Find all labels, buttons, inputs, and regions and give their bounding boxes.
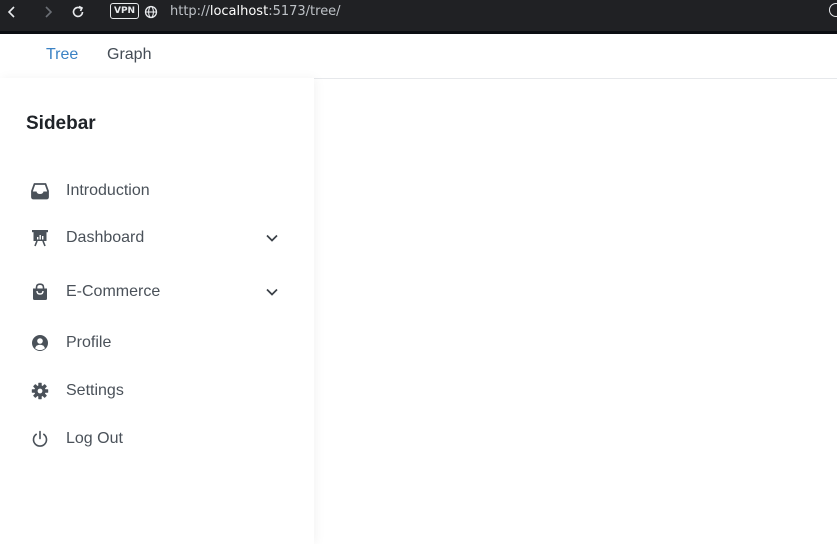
- sidebar: Sidebar Introduction Dashboard E-Commerc…: [0, 78, 314, 544]
- presentation-chart-icon: [29, 227, 51, 249]
- url-path: :5173/tree/: [268, 4, 341, 19]
- browser-toolbar: VPN http://localhost:5173/tree/: [0, 0, 837, 31]
- sidebar-item-ecommerce[interactable]: E-Commerce: [18, 272, 294, 312]
- chevron-down-icon[interactable]: [264, 284, 280, 300]
- reload-icon[interactable]: [66, 0, 90, 24]
- top-nav: Tree Graph: [0, 34, 837, 79]
- address-bar[interactable]: http://localhost:5173/tree/: [170, 4, 341, 19]
- user-circle-icon: [29, 332, 51, 354]
- globe-icon[interactable]: [139, 0, 163, 24]
- sidebar-item-label: Log Out: [66, 430, 123, 447]
- forward-icon[interactable]: [36, 0, 60, 24]
- sidebar-item-label: Introduction: [66, 182, 150, 199]
- url-host: localhost: [209, 4, 269, 19]
- shopping-bag-icon: [29, 281, 51, 303]
- sidebar-item-dashboard[interactable]: Dashboard: [18, 218, 294, 258]
- main-content: [330, 78, 837, 544]
- power-icon: [29, 428, 51, 450]
- sidebar-title: Sidebar: [26, 113, 96, 134]
- vpn-badge[interactable]: VPN: [110, 3, 140, 19]
- sidebar-item-label: Settings: [66, 382, 124, 399]
- sidebar-item-profile[interactable]: Profile: [18, 323, 294, 363]
- browser-extension-icon[interactable]: [829, 3, 837, 17]
- url-prefix: http://: [170, 4, 210, 19]
- inbox-icon: [29, 180, 51, 202]
- tab-graph[interactable]: Graph: [107, 46, 151, 64]
- chevron-down-icon[interactable]: [264, 230, 280, 246]
- sidebar-item-label: Dashboard: [66, 229, 145, 246]
- sidebar-item-introduction[interactable]: Introduction: [18, 171, 294, 211]
- gear-icon: [29, 380, 51, 402]
- sidebar-item-label: Profile: [66, 334, 112, 351]
- sidebar-item-label: E-Commerce: [66, 283, 161, 300]
- tab-tree[interactable]: Tree: [46, 46, 78, 64]
- back-icon[interactable]: [0, 0, 24, 24]
- sidebar-item-logout[interactable]: Log Out: [18, 419, 294, 459]
- sidebar-item-settings[interactable]: Settings: [18, 371, 294, 411]
